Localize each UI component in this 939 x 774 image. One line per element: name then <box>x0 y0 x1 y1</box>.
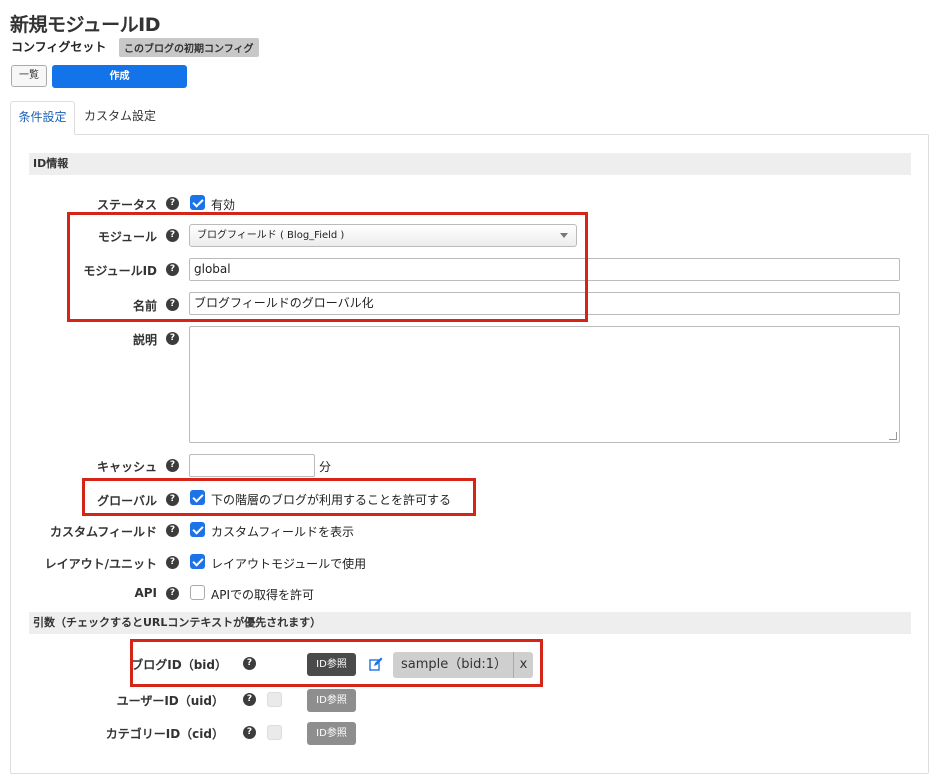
custom-field-checkbox-label: カスタムフィールドを表示 <box>211 525 355 539</box>
description-label: 説明 <box>132 333 157 347</box>
section-heading-id-info: ID情報 <box>29 153 911 175</box>
highlight-box <box>82 478 476 516</box>
status-checkbox-label: 有効 <box>211 198 236 212</box>
tab-conditions[interactable]: 条件設定 <box>10 101 75 135</box>
api-checkbox-label: APIでの取得を許可 <box>211 588 314 602</box>
api-checkbox[interactable] <box>190 585 205 600</box>
help-icon[interactable]: ? <box>166 587 179 600</box>
help-icon[interactable]: ? <box>166 197 179 210</box>
status-checkbox[interactable] <box>190 195 205 210</box>
category-id-checkbox[interactable] <box>267 725 282 740</box>
custom-field-label: カスタムフィールド <box>49 525 157 539</box>
page-title: 新規モジュールID <box>10 14 161 36</box>
status-label: ステータス <box>96 198 157 212</box>
cache-input[interactable] <box>189 454 315 477</box>
api-label: API <box>134 586 157 600</box>
help-icon[interactable]: ? <box>166 524 179 537</box>
layout-checkbox[interactable] <box>190 554 205 569</box>
help-icon[interactable]: ? <box>166 332 179 345</box>
category-id-label: カテゴリーID（cid） <box>105 727 224 741</box>
user-id-label: ユーザーID（uid） <box>116 694 224 708</box>
resize-handle[interactable] <box>889 432 897 440</box>
tab-custom-settings[interactable]: カスタム設定 <box>76 101 164 135</box>
help-icon[interactable]: ? <box>166 459 179 472</box>
description-textarea[interactable] <box>189 326 900 443</box>
layout-checkbox-label: レイアウトモジュールで使用 <box>211 557 367 571</box>
help-icon[interactable]: ? <box>243 693 256 706</box>
create-button[interactable]: 作成 <box>52 65 187 88</box>
highlight-box <box>130 639 543 687</box>
layout-label: レイアウト/ユニット <box>44 557 157 571</box>
cache-label: キャッシュ <box>96 460 157 474</box>
config-set-label: コンフィグセット <box>11 40 107 54</box>
user-id-ref-button[interactable]: ID参照 <box>307 689 356 712</box>
help-icon[interactable]: ? <box>166 556 179 569</box>
help-icon[interactable]: ? <box>243 726 256 739</box>
config-set-badge: このブログの初期コンフィグ <box>119 38 259 57</box>
user-id-checkbox[interactable] <box>267 692 282 707</box>
list-button[interactable]: 一覧 <box>11 65 47 87</box>
section-heading-arguments: 引数（チェックするとURLコンテキストが優先されます） <box>29 612 911 634</box>
custom-field-checkbox[interactable] <box>190 522 205 537</box>
highlight-box <box>67 212 588 322</box>
cache-unit: 分 <box>319 460 332 474</box>
category-id-ref-button[interactable]: ID参照 <box>307 722 356 745</box>
